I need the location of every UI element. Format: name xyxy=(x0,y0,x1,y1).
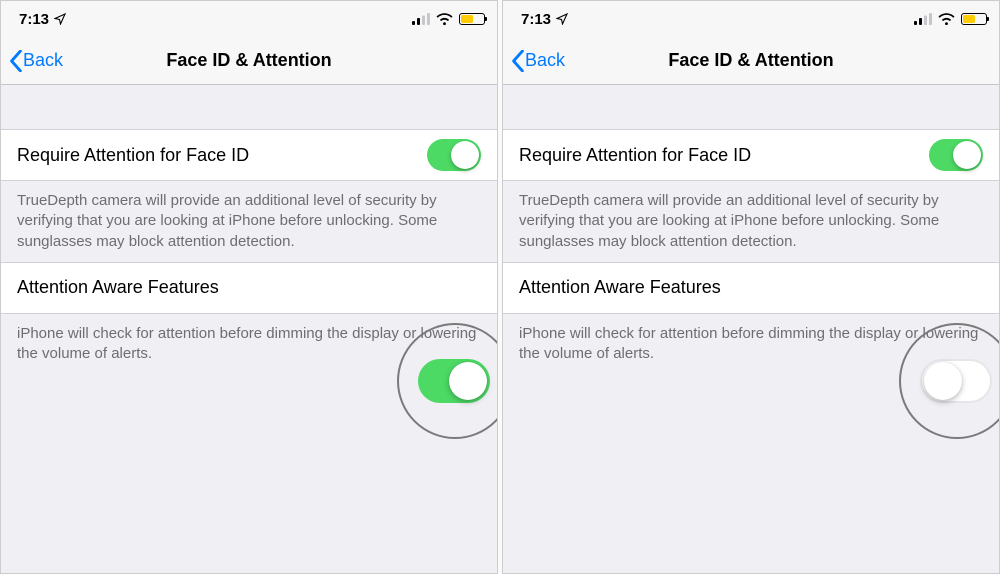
battery-fill xyxy=(963,15,975,23)
cellular-signal-icon xyxy=(914,13,932,25)
battery-icon xyxy=(961,13,987,25)
status-bar: 7:13 xyxy=(1,1,497,37)
row-label: Attention Aware Features xyxy=(519,277,721,298)
back-button[interactable]: Back xyxy=(511,50,565,72)
row-footer: TrueDepth camera will provide an additio… xyxy=(1,181,497,262)
chevron-left-icon xyxy=(9,50,23,72)
cellular-signal-icon xyxy=(412,13,430,25)
nav-bar: Back Face ID & Attention xyxy=(503,37,999,85)
location-icon xyxy=(54,13,66,25)
row-attention-aware: Attention Aware Features xyxy=(503,262,999,314)
back-button[interactable]: Back xyxy=(9,50,63,72)
status-time: 7:13 xyxy=(19,11,49,28)
page-title: Face ID & Attention xyxy=(1,50,497,71)
row-attention-aware: Attention Aware Features xyxy=(1,262,497,314)
back-label: Back xyxy=(23,50,63,71)
screenshot-left: 7:13 Back Face I xyxy=(0,0,498,574)
require-attention-toggle[interactable] xyxy=(929,139,983,171)
row-require-attention: Require Attention for Face ID xyxy=(1,129,497,181)
row-footer: iPhone will check for attention before d… xyxy=(1,314,497,375)
battery-icon xyxy=(459,13,485,25)
wifi-icon xyxy=(938,13,955,25)
page-title: Face ID & Attention xyxy=(503,50,999,71)
nav-bar: Back Face ID & Attention xyxy=(1,37,497,85)
attention-aware-toggle[interactable] xyxy=(418,359,490,403)
attention-aware-toggle[interactable] xyxy=(920,359,992,403)
row-footer: iPhone will check for attention before d… xyxy=(503,314,999,375)
location-icon xyxy=(556,13,568,25)
row-label: Require Attention for Face ID xyxy=(17,145,249,166)
battery-fill xyxy=(461,15,473,23)
row-footer: TrueDepth camera will provide an additio… xyxy=(503,181,999,262)
status-time: 7:13 xyxy=(521,11,551,28)
screenshot-right: 7:13 Back Face I xyxy=(502,0,1000,574)
wifi-icon xyxy=(436,13,453,25)
back-label: Back xyxy=(525,50,565,71)
status-bar: 7:13 xyxy=(503,1,999,37)
require-attention-toggle[interactable] xyxy=(427,139,481,171)
row-label: Require Attention for Face ID xyxy=(519,145,751,166)
chevron-left-icon xyxy=(511,50,525,72)
row-require-attention: Require Attention for Face ID xyxy=(503,129,999,181)
group-spacer xyxy=(503,85,999,129)
group-spacer xyxy=(1,85,497,129)
row-label: Attention Aware Features xyxy=(17,277,219,298)
